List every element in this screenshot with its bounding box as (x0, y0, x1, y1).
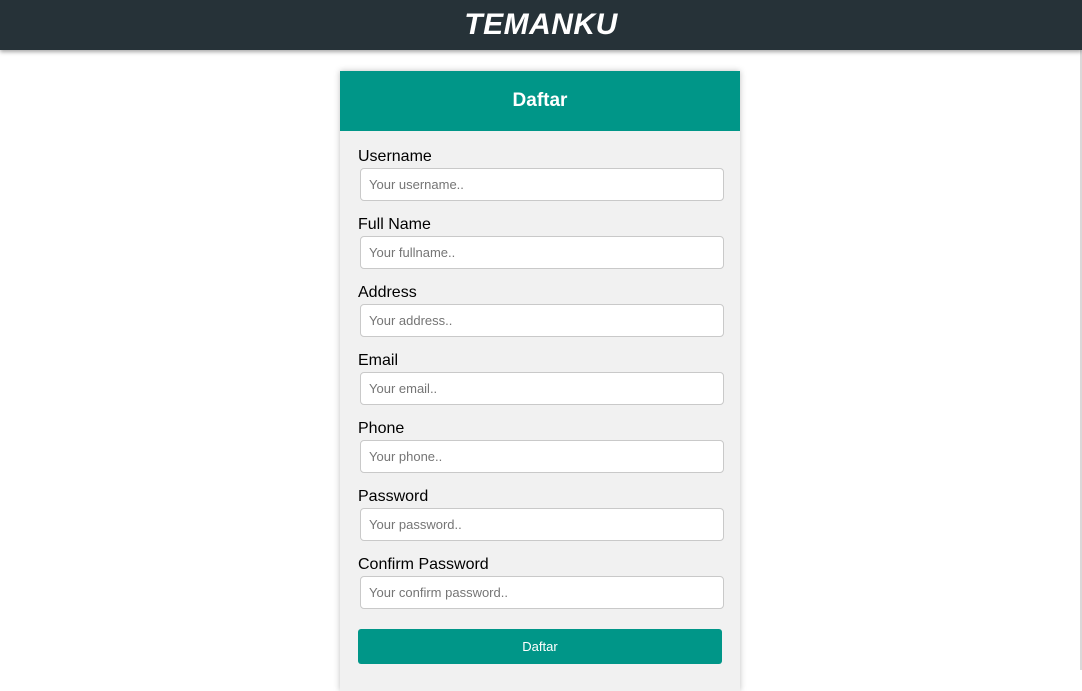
register-card: Daftar Username Full Name Address Email … (340, 71, 740, 691)
brand-title[interactable]: TEMANKU (464, 8, 618, 42)
password-label: Password (358, 488, 429, 505)
email-label: Email (358, 352, 399, 369)
address-label: Address (358, 284, 417, 301)
username-input[interactable] (360, 168, 724, 201)
address-field-group: Address (358, 284, 724, 337)
register-card-title: Daftar (512, 90, 568, 111)
address-input[interactable] (360, 304, 724, 337)
email-field-group: Email (358, 352, 724, 405)
fullname-field-group: Full Name (358, 216, 724, 269)
register-card-header: Daftar (340, 71, 740, 131)
password-input[interactable] (360, 508, 724, 541)
register-form: Username Full Name Address Email Phone P… (340, 131, 740, 664)
phone-label: Phone (358, 420, 405, 437)
username-field-group: Username (358, 148, 724, 201)
confirm-password-field-group: Confirm Password (358, 556, 724, 609)
fullname-input[interactable] (360, 236, 724, 269)
top-navbar: TEMANKU (0, 0, 1082, 50)
register-submit-button[interactable]: Daftar (358, 629, 722, 664)
confirm-password-label: Confirm Password (358, 556, 489, 573)
phone-field-group: Phone (358, 420, 724, 473)
confirm-password-input[interactable] (360, 576, 724, 609)
phone-input[interactable] (360, 440, 724, 473)
fullname-label: Full Name (358, 216, 431, 233)
email-input[interactable] (360, 372, 724, 405)
password-field-group: Password (358, 488, 724, 541)
username-label: Username (358, 148, 432, 165)
